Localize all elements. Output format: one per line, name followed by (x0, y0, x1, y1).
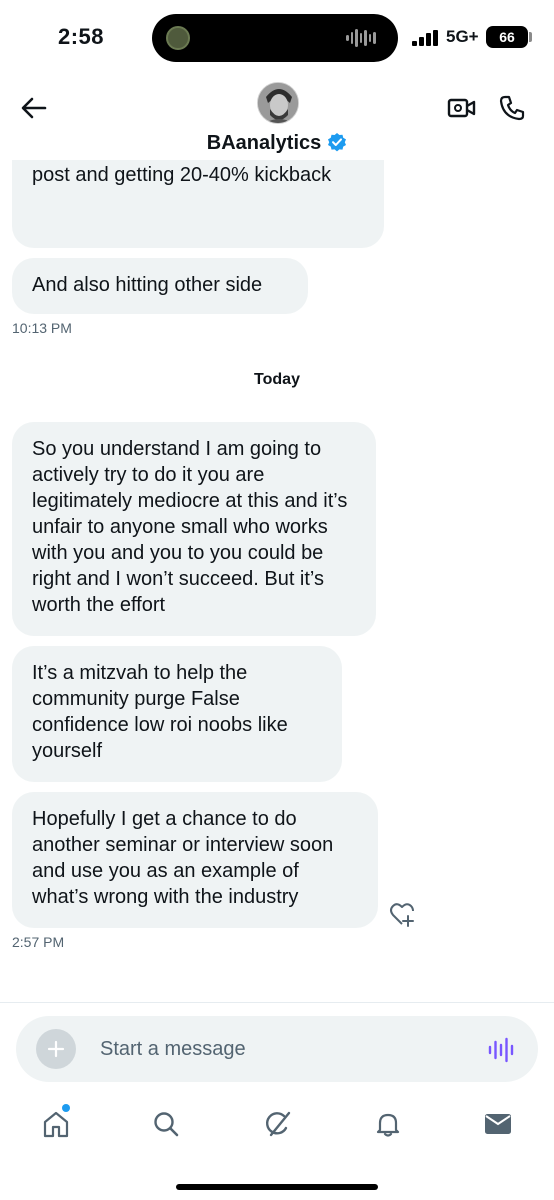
status-time: 2:58 (58, 24, 105, 49)
battery-icon: 66 (486, 26, 528, 48)
composer-bar (0, 1002, 554, 1082)
tab-search[interactable] (146, 1104, 186, 1144)
message-list[interactable]: Whole business is hitting bookies at pos… (0, 160, 554, 1000)
status-bar: 2:58 5G+ 66 (0, 0, 554, 78)
add-media-button[interactable] (36, 1029, 76, 1069)
dynamic-island (152, 14, 398, 62)
message-input[interactable] (100, 1032, 460, 1066)
network-label: 5G+ (446, 27, 479, 46)
search-icon (154, 1112, 179, 1137)
arrow-left-icon (21, 97, 47, 119)
display-name: BAanalytics (206, 132, 322, 154)
plus-icon (47, 1040, 65, 1058)
message-bubble[interactable]: Whole business is hitting bookies at pos… (12, 160, 384, 248)
notification-dot (62, 1104, 70, 1112)
message-text: Whole business is hitting bookies at pos… (32, 164, 332, 186)
profile-picture (258, 83, 298, 123)
island-avatar (166, 26, 190, 50)
voice-wave-icon (488, 1037, 514, 1063)
message-timestamp: 2:57 PM (12, 934, 65, 950)
avatar[interactable] (257, 82, 299, 124)
tab-home[interactable] (36, 1104, 76, 1144)
message-text: It’s a mitzvah to help the community pur… (32, 662, 288, 762)
video-call-icon (447, 98, 476, 118)
bottom-tab-bar (0, 1092, 554, 1162)
tab-notifications[interactable] (368, 1104, 408, 1144)
message-bubble[interactable]: And also hitting other side (12, 258, 308, 314)
message-bubble[interactable]: So you understand I am going to actively… (12, 422, 376, 636)
tab-grok[interactable] (258, 1104, 298, 1144)
message-timestamp: 10:13 PM (12, 320, 72, 336)
tab-messages[interactable] (478, 1104, 518, 1144)
add-reaction-button[interactable] (388, 900, 418, 930)
home-icon (43, 1111, 69, 1138)
video-call-button[interactable] (444, 90, 480, 126)
home-indicator (176, 1184, 378, 1190)
day-separator: Today (254, 371, 300, 388)
battery-cap (529, 32, 532, 42)
message-composer (16, 1016, 538, 1082)
bell-icon (376, 1113, 400, 1137)
message-text: And also hitting other side (32, 274, 263, 296)
battery-level: 66 (499, 29, 515, 45)
verified-badge-icon (328, 133, 347, 152)
conversation-header: BAanalytics (0, 78, 554, 160)
signal-icon (412, 30, 440, 46)
message-text: Hopefully I get a chance to do another s… (32, 808, 334, 908)
heart-plus-icon (390, 903, 414, 927)
message-text: So you understand I am going to actively… (32, 438, 348, 616)
message-bubble[interactable]: Hopefully I get a chance to do another s… (12, 792, 378, 928)
mail-icon (485, 1114, 511, 1134)
phone-call-button[interactable] (494, 90, 530, 126)
conversation-title[interactable]: BAanalytics (0, 132, 554, 155)
voice-message-button[interactable] (486, 1035, 516, 1065)
phone-icon (499, 95, 525, 121)
audio-wave-icon (346, 28, 377, 48)
grok-icon (265, 1111, 291, 1137)
message-bubble[interactable]: It’s a mitzvah to help the community pur… (12, 646, 342, 782)
back-button[interactable] (14, 88, 54, 128)
